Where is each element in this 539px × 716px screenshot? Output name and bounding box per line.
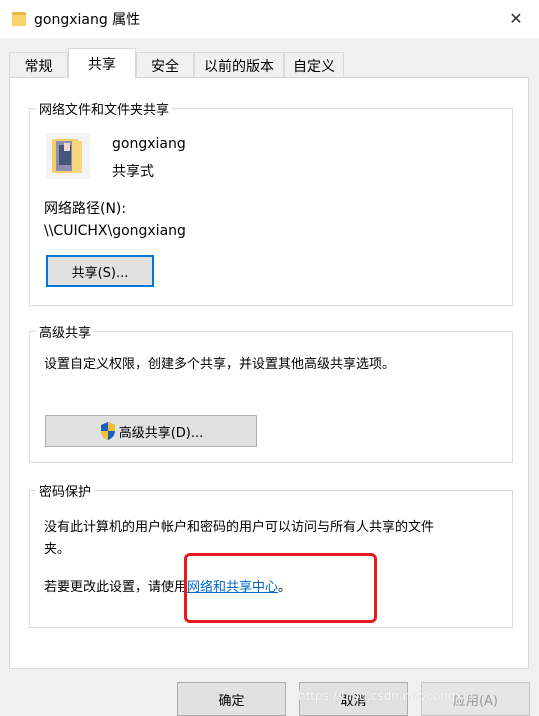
uac-shield-icon [99,421,117,441]
change-setting-prefix: 若要更改此设置，请使用 [44,580,188,595]
advanced-sharing-description: 设置自定义权限，创建多个共享，并设置其他高级共享选项。 [44,357,396,372]
watermark: https://blog.csdn.net/congxin [298,689,474,703]
advanced-sharing-button[interactable]: 高级共享(D)... [45,415,257,447]
close-button[interactable]: ✕ [493,0,539,36]
ok-button-label: 确定 [218,693,245,709]
tab-general[interactable]: 常规 [9,52,68,79]
share-button-label: 共享(S)... [71,265,129,281]
window-title: gongxiang 属性 [34,12,141,28]
network-sharing-group: 网络文件和文件夹共享 gongxiang 共享式 网络路径(N): \\CUIC… [29,99,513,306]
tab-security[interactable]: 安全 [136,52,194,79]
tab-sharing[interactable]: 共享 [68,48,136,79]
password-protection-group-label: 密码保护 [36,481,95,500]
highlight-box [184,553,377,623]
network-sharing-group-label: 网络文件和文件夹共享 [36,99,173,118]
network-path-value: \\CUICHX\gongxiang [44,223,186,239]
title-bar: gongxiang 属性 ✕ [0,0,539,38]
advanced-sharing-group-label: 高级共享 [36,322,95,341]
tab-previous-versions[interactable]: 以前的版本 [194,52,284,79]
advanced-sharing-button-label: 高级共享(D)... [118,425,204,441]
folder-icon [12,11,26,27]
folder-name: gongxiang [112,136,186,152]
network-path-label: 网络路径(N): [44,201,127,217]
share-button[interactable]: 共享(S)... [46,255,154,287]
ok-button[interactable]: 确定 [177,682,286,716]
advanced-sharing-group: 高级共享 设置自定义权限，创建多个共享，并设置其他高级共享选项。 高级共享(D)… [29,322,513,463]
tab-customize[interactable]: 自定义 [284,52,344,79]
password-protection-line1: 没有此计算机的用户帐户和密码的用户可以访问与所有人共享的文件 [44,520,435,535]
share-status: 共享式 [112,164,154,180]
folder-thumbnail-icon [44,131,92,181]
close-icon: ✕ [509,8,523,28]
password-protection-line2: 夹。 [44,542,71,557]
tab-strip: 常规 共享 安全 以前的版本 自定义 [9,48,529,79]
